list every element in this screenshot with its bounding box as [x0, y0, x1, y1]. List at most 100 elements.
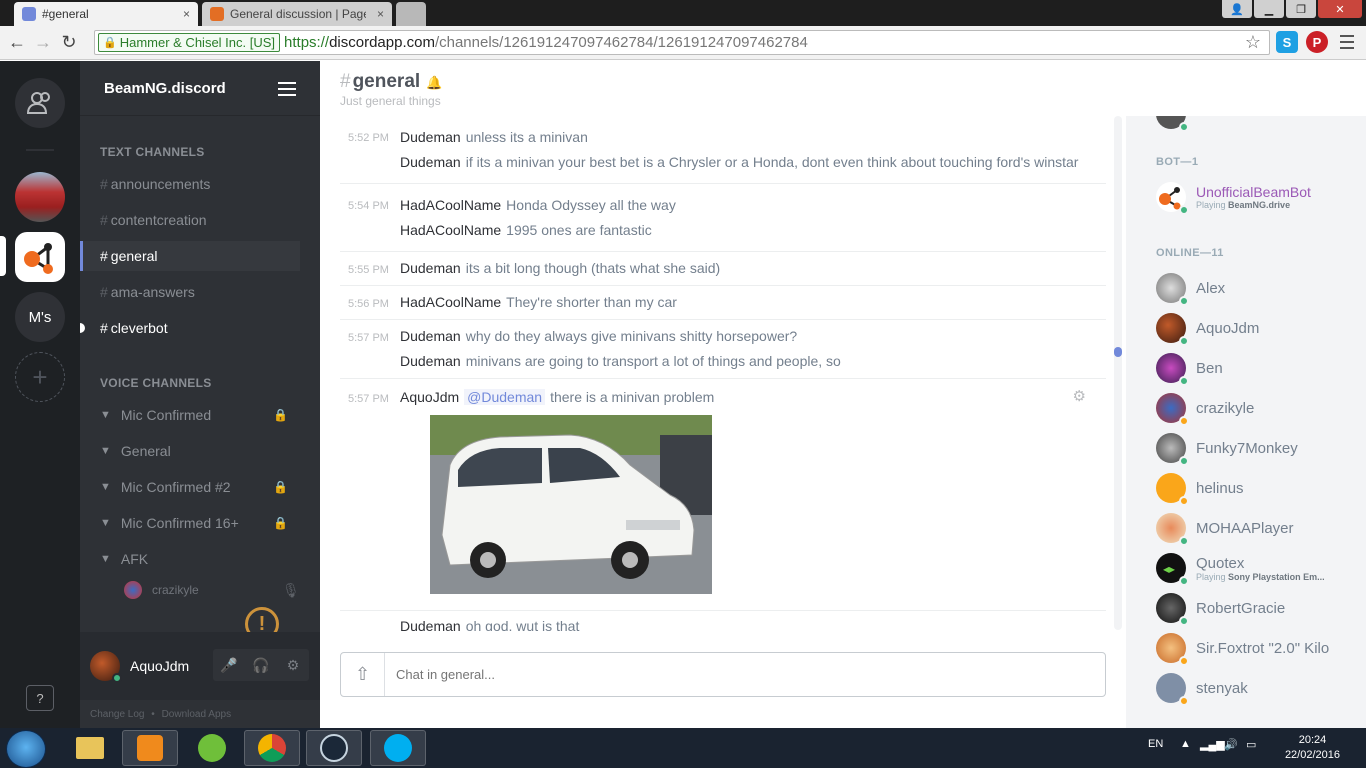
file-explorer-icon[interactable]	[62, 730, 118, 766]
pinterest-extension-icon[interactable]: P	[1306, 31, 1328, 53]
voice-user[interactable]: crazikyle	[124, 581, 199, 599]
headphones-icon[interactable]: 🎧	[245, 649, 277, 681]
member-item-alex[interactable]: Alex	[1156, 268, 1366, 308]
member-item-stenyak[interactable]: stenyak	[1156, 668, 1366, 708]
ev-certificate-badge[interactable]: 🔒 Hammer & Chisel Inc. [US]	[98, 33, 281, 52]
voice-channel-mic-confirmed-2[interactable]: ▼ Mic Confirmed #2 🔒	[100, 472, 300, 502]
user-mention[interactable]: @Dudeman	[464, 388, 546, 405]
beamng-logo-icon	[1156, 182, 1189, 215]
tab-close-icon[interactable]: ×	[183, 7, 190, 21]
member-item-mohaaplayer[interactable]: MOHAAPlayer	[1156, 508, 1366, 548]
voice-user-name: crazikyle	[152, 583, 199, 597]
member-item-unofficialbeambot[interactable]: UnofficialBeamBot Playing BeamNG.drive	[1156, 177, 1366, 217]
lock-icon: 🔒	[273, 516, 288, 530]
reload-icon[interactable]: ↻	[56, 32, 82, 53]
power-icon[interactable]: ▭	[1246, 738, 1256, 751]
mute-mic-icon[interactable]: 🎤	[213, 649, 245, 681]
forward-arrow-icon[interactable]: →	[30, 32, 56, 53]
channel-header: # general 🔔 Just general things	[320, 61, 1126, 116]
avatar[interactable]	[90, 651, 122, 683]
member-item-robertgracie[interactable]: RobertGracie	[1156, 588, 1366, 628]
voice-channel-mic-confirmed[interactable]: ▼ Mic Confirmed 🔒	[100, 400, 300, 430]
steam-icon[interactable]	[306, 730, 362, 766]
upload-icon[interactable]: ⇧	[341, 653, 385, 696]
message: Dudeman minivans are going to transport a…	[340, 348, 1106, 373]
volume-icon[interactable]: 🔊	[1224, 738, 1238, 751]
address-bar[interactable]: 🔒 Hammer & Chisel Inc. [US] https:// disc…	[94, 30, 1270, 55]
skype-taskbar-icon[interactable]	[370, 730, 426, 766]
skype-extension-icon[interactable]: S	[1276, 31, 1298, 53]
channel-announcements[interactable]: # announcements	[80, 169, 300, 199]
server-header[interactable]: BeamNG.discord	[80, 61, 320, 116]
ms-guild-icon[interactable]: M's	[15, 292, 65, 342]
author-name[interactable]: Dudeman	[400, 260, 461, 276]
member-item-ben[interactable]: Ben	[1156, 348, 1366, 388]
author-name[interactable]: AquoJdm	[400, 389, 459, 405]
member-item-funky7monkey[interactable]: Funky7Monkey	[1156, 428, 1366, 468]
system-clock[interactable]: 20:24 22/02/2016	[1285, 733, 1340, 763]
car-guild-icon[interactable]	[15, 172, 65, 222]
changelog-link[interactable]: Change Log	[90, 709, 145, 720]
help-button[interactable]: ?	[26, 685, 54, 711]
friends-home-button[interactable]	[15, 78, 65, 128]
server-menu-icon[interactable]	[278, 82, 296, 96]
browser-tab-discord[interactable]: #general ×	[14, 2, 198, 26]
online-header: ONLINE—11	[1156, 247, 1224, 259]
beamng-guild-icon[interactable]	[15, 232, 65, 282]
author-name[interactable]: Dudeman	[400, 129, 461, 145]
member-item-sir-foxtrot[interactable]: Sir.Foxtrot "2.0" Kilo	[1156, 628, 1366, 668]
bell-icon[interactable]: 🔔	[426, 75, 442, 91]
voice-channel-general[interactable]: ▼ General	[100, 436, 300, 466]
voice-channels-header[interactable]: VOICE CHANNELS	[100, 376, 212, 390]
add-server-button[interactable]: +	[15, 352, 65, 402]
message-scrollbar[interactable]	[1114, 116, 1122, 630]
channel-contentcreation[interactable]: # contentcreation	[80, 205, 300, 235]
author-name[interactable]: HadACoolName	[400, 294, 501, 310]
message-list[interactable]: 5:52 PM Dudeman unless its a minivan Dude…	[340, 116, 1106, 631]
timestamp: 5:55 PM	[348, 264, 389, 276]
member-item-quotex[interactable]: ◂▸ Quotex Playing Sony Playstation Em...	[1156, 548, 1366, 588]
text-channels-header[interactable]: TEXT CHANNELS	[100, 145, 205, 159]
chat-input[interactable]	[396, 667, 1076, 682]
settings-gear-icon[interactable]: ⚙	[277, 649, 309, 681]
chrome-menu-icon[interactable]	[1340, 33, 1354, 51]
author-name[interactable]: Dudeman	[400, 618, 461, 632]
message: Dudeman if its a minivan your best bet is…	[340, 149, 1106, 174]
voice-channel-mic-confirmed-16[interactable]: ▼ Mic Confirmed 16+ 🔒	[100, 508, 300, 538]
member-item-aquojdm[interactable]: AquoJdm	[1156, 308, 1366, 348]
bookmark-star-icon[interactable]: ☆	[1245, 32, 1261, 53]
browser-tab-forum[interactable]: General discussion | Page ×	[202, 2, 392, 26]
tray-expand-icon[interactable]: ▲	[1180, 738, 1191, 750]
language-indicator[interactable]: EN	[1148, 738, 1163, 750]
maximize-icon[interactable]: ❐	[1286, 0, 1316, 18]
minivan-image-attachment[interactable]	[430, 415, 712, 594]
windows-start-button[interactable]	[6, 730, 46, 768]
author-name[interactable]: Dudeman	[400, 353, 461, 369]
timestamp: 5:56 PM	[348, 298, 389, 310]
author-name[interactable]: HadACoolName	[400, 222, 501, 238]
channel-cleverbot[interactable]: # cleverbot	[80, 313, 300, 343]
author-name[interactable]: HadACoolName	[400, 197, 501, 213]
member-item-crazikyle[interactable]: crazikyle	[1156, 388, 1366, 428]
message-options-gear-icon[interactable]: ⚙	[1073, 387, 1086, 405]
voice-channel-afk[interactable]: ▼ AFK	[100, 544, 300, 574]
channel-general[interactable]: # general	[80, 241, 300, 271]
channel-ama-answers[interactable]: # ama-answers	[80, 277, 300, 307]
chrome-taskbar-icon[interactable]	[244, 730, 300, 766]
avatar	[1156, 273, 1189, 306]
minimize-icon[interactable]: ▁	[1254, 0, 1284, 18]
close-window-icon[interactable]: ✕	[1318, 0, 1362, 18]
member-item-helinus[interactable]: helinus	[1156, 468, 1366, 508]
utorrent-icon[interactable]	[184, 730, 240, 766]
tab-close-icon[interactable]: ×	[377, 7, 384, 21]
author-name[interactable]: Dudeman	[400, 154, 461, 170]
author-name[interactable]: Dudeman	[400, 328, 461, 344]
network-signal-icon[interactable]: ▂▄▆	[1200, 738, 1225, 751]
new-tab-button[interactable]	[396, 2, 426, 26]
user-profile-icon[interactable]: 👤	[1222, 0, 1252, 18]
scrollbar-thumb[interactable]	[1114, 347, 1122, 357]
member-item[interactable]	[1156, 116, 1366, 134]
download-apps-link[interactable]: Download Apps	[162, 709, 232, 720]
media-player-icon[interactable]	[122, 730, 178, 766]
back-arrow-icon[interactable]: ←	[4, 32, 30, 53]
